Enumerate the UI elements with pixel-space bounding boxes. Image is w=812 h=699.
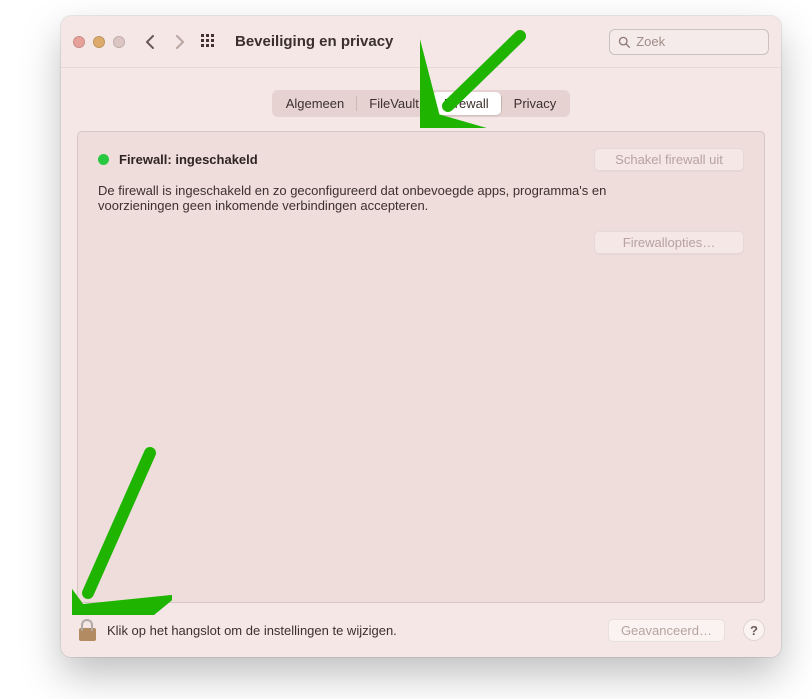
firewall-options-button[interactable]: Firewallopties… [594,231,744,254]
lock-shackle-icon [81,619,93,631]
footer: Klik op het hangslot om de instellingen … [61,603,781,657]
titlebar: Beveiliging en privacy [61,16,781,68]
grid-icon [201,34,217,50]
status-indicator-icon [98,154,109,165]
content-area: Algemeen FileVault Firewall Privacy Fire… [61,68,781,603]
advanced-button[interactable]: Geavanceerd… [608,619,725,642]
help-button[interactable]: ? [743,619,765,641]
tab-privacy[interactable]: Privacy [502,92,569,115]
chevron-left-icon [145,35,157,49]
disable-firewall-button[interactable]: Schakel firewall uit [594,148,744,171]
forward-button[interactable] [165,29,193,55]
search-field[interactable] [609,29,769,55]
tab-firewall[interactable]: Firewall [432,92,501,115]
preferences-window: Beveiliging en privacy Algemeen FileVaul… [61,16,781,657]
firewall-description: De firewall is ingeschakeld en zo geconf… [98,183,658,213]
show-all-button[interactable] [195,29,223,55]
firewall-status-label: Firewall: ingeschakeld [119,152,258,167]
tab-filevault[interactable]: FileVault [357,92,431,115]
minimize-window-button[interactable] [93,36,105,48]
chevron-right-icon [173,35,185,49]
lock-button[interactable] [77,619,97,641]
search-icon [618,35,630,49]
zoom-window-button[interactable] [113,36,125,48]
tab-bar: Algemeen FileVault Firewall Privacy [272,90,571,117]
traffic-lights [73,36,125,48]
firewall-pane: Firewall: ingeschakeld Schakel firewall … [77,131,765,603]
lock-hint-text: Klik op het hangslot om de instellingen … [107,623,397,638]
close-window-button[interactable] [73,36,85,48]
window-title: Beveiliging en privacy [235,33,393,50]
search-input[interactable] [636,34,760,49]
firewall-status-row: Firewall: ingeschakeld Schakel firewall … [98,148,744,171]
back-button[interactable] [137,29,165,55]
tab-algemeen[interactable]: Algemeen [274,92,357,115]
